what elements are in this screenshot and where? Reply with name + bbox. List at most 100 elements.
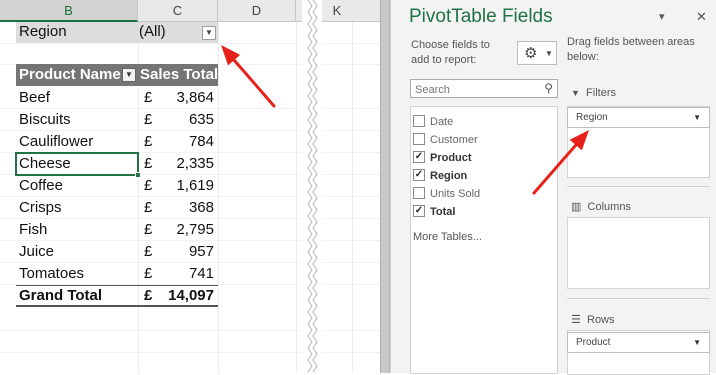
search-input[interactable]: [411, 81, 531, 99]
checkbox-icon[interactable]: [413, 187, 425, 200]
checkbox-icon[interactable]: [413, 115, 425, 128]
currency-cell[interactable]: £: [144, 109, 152, 131]
currency-cell[interactable]: £: [144, 241, 152, 263]
columns-drop-area[interactable]: [567, 217, 710, 289]
pivot-header-row: Product Name ▼ Sales Total: [16, 64, 218, 86]
chevron-down-icon[interactable]: ▾: [659, 10, 665, 23]
field-item[interactable]: ✓ Product: [413, 149, 472, 167]
column-break-zigzag: [302, 0, 322, 373]
gridline: [296, 22, 297, 373]
product-name-header: Product Name: [19, 66, 121, 83]
product-cell[interactable]: Tomatoes: [19, 263, 84, 285]
fill-handle[interactable]: [135, 172, 141, 178]
product-filter-button[interactable]: ▼: [122, 68, 136, 82]
currency-cell[interactable]: £: [144, 175, 152, 197]
sales-value-cell[interactable]: 1,619: [176, 175, 214, 197]
chevron-down-icon[interactable]: ▼: [693, 108, 701, 127]
chevron-down-icon: ▼: [545, 49, 553, 58]
choose-fields-label: Choose fields to add to report:: [411, 39, 490, 66]
active-cell-selection[interactable]: [15, 152, 141, 178]
filters-item-label: Region: [576, 112, 608, 123]
gridline: [218, 22, 219, 373]
field-label: Date: [430, 116, 454, 128]
checkbox-checked-icon[interactable]: ✓: [413, 151, 425, 164]
product-cell[interactable]: Juice: [19, 241, 54, 263]
rows-area-label: ☰ Rows: [571, 313, 615, 326]
product-cell[interactable]: Biscuits: [19, 109, 71, 131]
filter-label: Region: [19, 23, 67, 40]
filters-label-text: Filters: [586, 87, 616, 99]
field-label: Region: [430, 170, 468, 182]
gridline: [352, 22, 353, 373]
filters-area-item-region[interactable]: Region ▼: [567, 107, 710, 128]
columns-label-text: Columns: [587, 201, 631, 213]
currency-cell[interactable]: £: [144, 263, 152, 285]
gridline: [0, 43, 384, 44]
sales-value-cell[interactable]: 2,335: [176, 153, 214, 175]
chevron-down-icon[interactable]: ▼: [693, 333, 701, 352]
sales-value-cell[interactable]: 368: [189, 197, 214, 219]
field-label: Customer: [430, 134, 478, 146]
chevron-down-icon: ▼: [205, 28, 213, 37]
checkbox-checked-icon[interactable]: ✓: [413, 205, 425, 218]
sales-value-cell[interactable]: 2,795: [176, 219, 214, 241]
filter-icon: ▼: [571, 88, 580, 98]
field-list: Date Customer ✓ Product ✓ Region Units Sold ✓ To…: [410, 106, 558, 374]
gridline: [0, 352, 384, 353]
product-cell[interactable]: Beef: [19, 87, 50, 109]
sales-value-cell[interactable]: 635: [189, 109, 214, 131]
sales-total-header: Sales Total: [140, 66, 219, 83]
grand-total-value: 14,097: [168, 287, 214, 304]
column-headers: B C D K: [0, 0, 384, 22]
field-label: Units Sold: [430, 188, 481, 200]
more-tables-link[interactable]: More Tables...: [413, 231, 482, 243]
pane-title: PivotTable Fields: [409, 6, 553, 27]
area-separator: [567, 186, 710, 187]
field-item[interactable]: Date: [413, 113, 453, 131]
rows-item-label: Product: [576, 337, 611, 348]
column-header-k[interactable]: K: [322, 0, 352, 22]
field-item[interactable]: Units Sold: [413, 185, 480, 203]
product-cell[interactable]: Fish: [19, 219, 47, 241]
grand-total-currency: £: [144, 287, 153, 304]
currency-cell[interactable]: £: [144, 87, 152, 109]
search-icon[interactable]: ⚲: [544, 81, 553, 95]
column-header-b[interactable]: B: [0, 0, 138, 22]
field-search-box: ⚲: [410, 79, 558, 99]
sales-value-cell[interactable]: 3,864: [176, 87, 214, 109]
pivottable-fields-pane: PivotTable Fields ▾ ✕ Choose fields to a…: [390, 0, 716, 375]
currency-cell[interactable]: £: [144, 197, 152, 219]
grand-total-row: Grand Total £ 14,097: [16, 285, 218, 307]
worksheet: B C D K Region (All) ▼ Product Name ▼ Sa…: [0, 0, 384, 373]
field-item[interactable]: Customer: [413, 131, 478, 149]
currency-cell[interactable]: £: [144, 131, 152, 153]
rows-area-item-product[interactable]: Product ▼: [567, 332, 710, 353]
tools-button[interactable]: ⚙ ▼: [517, 41, 557, 65]
product-cell[interactable]: Coffee: [19, 175, 63, 197]
gridline: [0, 330, 384, 331]
sales-value-cell[interactable]: 957: [189, 241, 214, 263]
column-header-d[interactable]: D: [218, 0, 296, 22]
field-item[interactable]: ✓ Total: [413, 203, 455, 221]
chevron-down-icon: ▼: [125, 70, 133, 79]
close-icon[interactable]: ✕: [696, 9, 707, 25]
field-label: Product: [430, 152, 472, 164]
column-header-c[interactable]: C: [138, 0, 218, 22]
product-cell[interactable]: Cauliflower: [19, 131, 93, 153]
filters-area-label: ▼ Filters: [571, 87, 616, 99]
checkbox-checked-icon[interactable]: ✓: [413, 169, 425, 182]
currency-cell[interactable]: £: [144, 219, 152, 241]
rows-icon: ☰: [571, 314, 581, 326]
filter-dropdown-button[interactable]: ▼: [202, 26, 216, 40]
drag-fields-label: Drag fields between areas below:: [567, 36, 695, 63]
checkbox-icon[interactable]: [413, 133, 425, 146]
sales-value-cell[interactable]: 741: [189, 263, 214, 285]
sales-value-cell[interactable]: 784: [189, 131, 214, 153]
pivot-filter-row: Region (All) ▼: [16, 22, 218, 43]
grand-total-label: Grand Total: [19, 287, 103, 304]
currency-cell[interactable]: £: [144, 153, 152, 175]
field-item[interactable]: ✓ Region: [413, 167, 467, 185]
columns-area-label: ▥ Columns: [571, 200, 631, 213]
pane-splitter[interactable]: [380, 0, 390, 373]
product-cell[interactable]: Crisps: [19, 197, 62, 219]
